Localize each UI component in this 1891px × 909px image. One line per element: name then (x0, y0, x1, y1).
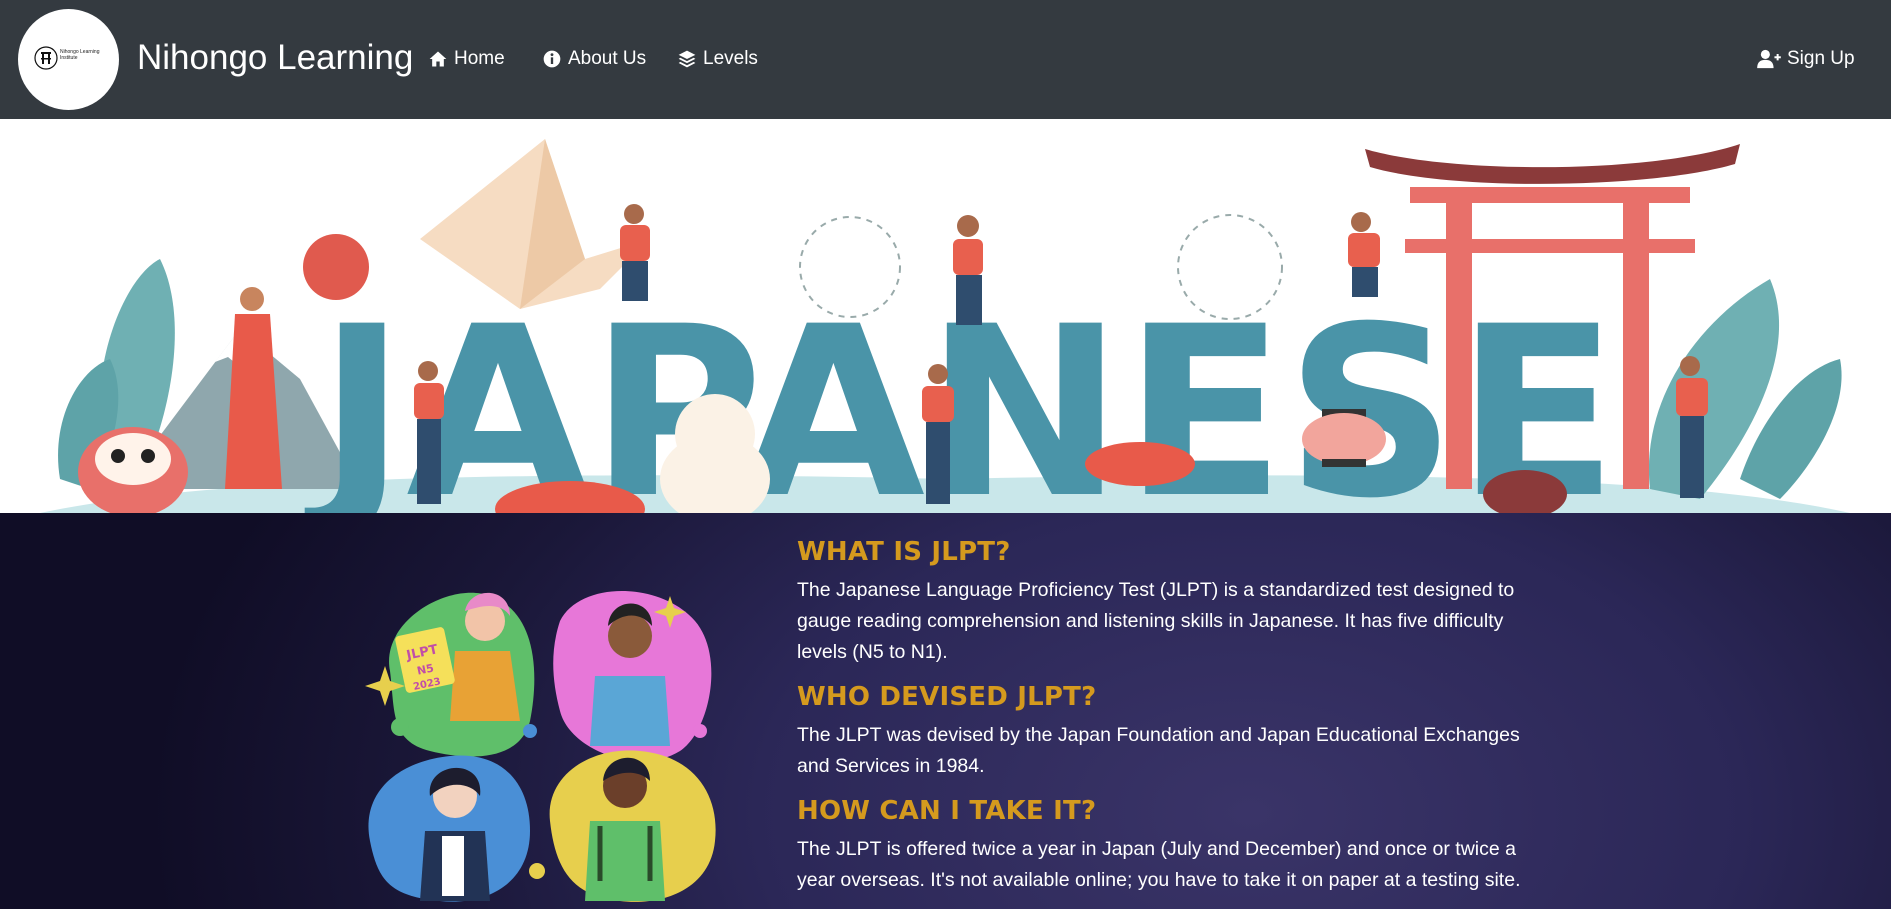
jlpt-info-section: JLPT N5 2023 WHAT IS JLPT? The Japanese … (0, 513, 1891, 909)
nav-sign-up-label: Sign Up (1787, 48, 1855, 69)
section-text-what: The Japanese Language Proficiency Test (… (797, 579, 1515, 663)
nav-home-label: Home (454, 48, 505, 69)
japanese-banner-illustration: JAPANESE (40, 139, 1850, 513)
students-illustration: JLPT N5 2023 (365, 591, 716, 902)
user-plus-icon (1757, 49, 1781, 69)
nav-levels-label: Levels (703, 48, 758, 69)
jlpt-faq: WHAT IS JLPT? The Japanese Language Prof… (797, 537, 1557, 896)
nav-levels[interactable]: Levels (677, 48, 758, 70)
logo-mark-icon (34, 46, 58, 70)
nav-about-us[interactable]: About Us (542, 48, 646, 70)
brand-title[interactable]: Nihongo Learning (137, 38, 413, 78)
logo-text: Nihongo Learning Institute (60, 49, 100, 61)
nav-home[interactable]: Home (428, 48, 505, 70)
nav-sign-up[interactable]: Sign Up (1757, 48, 1855, 70)
home-icon (429, 51, 447, 67)
section-heading-who: WHO DEVISED JLPT? (797, 682, 1097, 712)
section-heading-what: WHAT IS JLPT? (797, 537, 1011, 567)
section-text-how: The JLPT is offered twice a year in Japa… (797, 838, 1521, 891)
info-circle-icon (543, 50, 561, 68)
hero-banner: JAPANESE (0, 119, 1891, 513)
site-logo[interactable]: Nihongo Learning Institute (18, 9, 119, 110)
section-heading-how: HOW CAN I TAKE IT? (797, 796, 1097, 826)
navbar: Nihongo Learning Institute Nihongo Learn… (0, 0, 1891, 119)
section-text-who: The JLPT was devised by the Japan Founda… (797, 724, 1520, 777)
layers-icon (678, 50, 696, 68)
nav-about-label: About Us (568, 48, 647, 69)
